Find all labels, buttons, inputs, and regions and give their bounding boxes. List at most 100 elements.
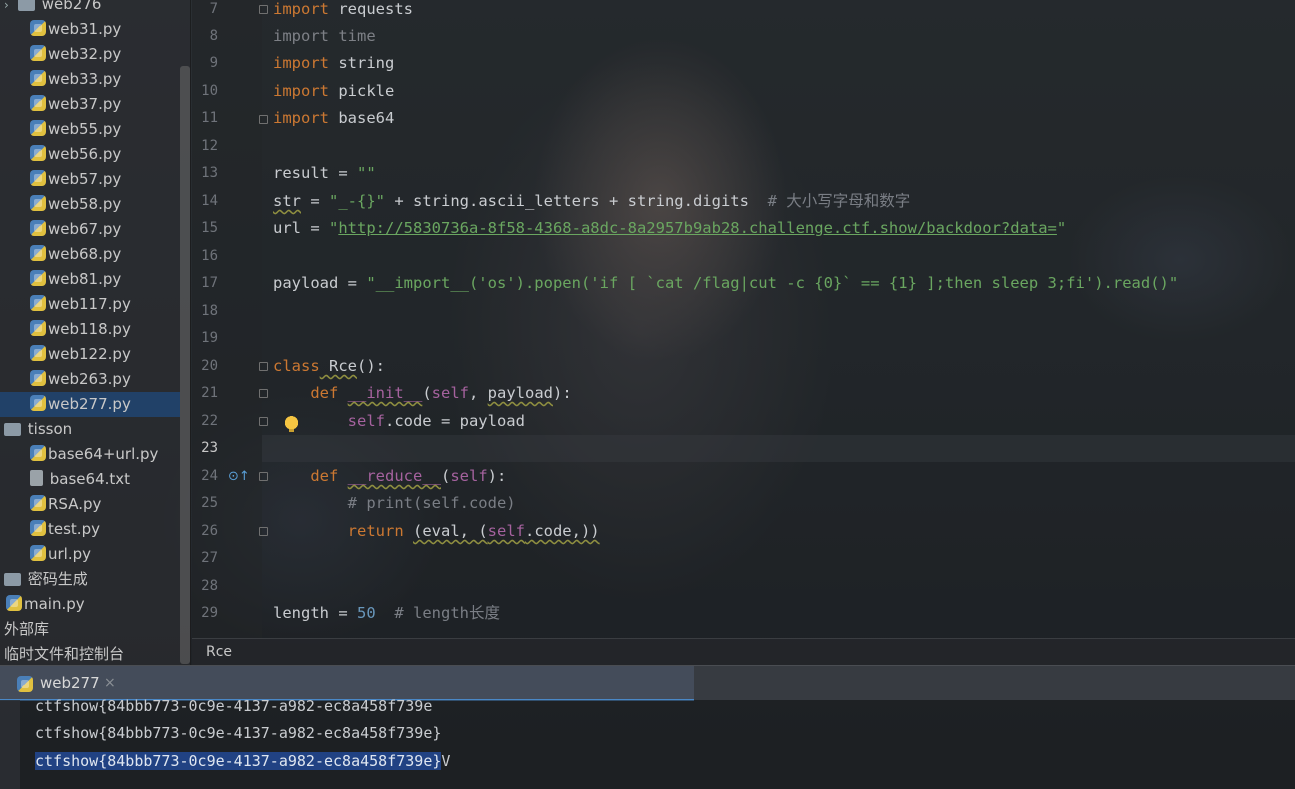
- code-text: result =: [273, 164, 357, 182]
- string-literal: "": [357, 164, 376, 182]
- code-editor[interactable]: 7 8 9 10 11 12 13 14 15 16 17 18 19 20 2…: [192, 0, 1295, 638]
- tree-file-label: base64+url.py: [48, 445, 159, 463]
- tree-file-label: web57.py: [48, 170, 122, 188]
- tree-scratches[interactable]: 临时文件和控制台: [4, 642, 124, 667]
- tree-file-main[interactable]: main.py: [6, 592, 85, 617]
- tree-file-label: url.py: [48, 545, 92, 563]
- run-console[interactable]: ctfshow{84bbb773-0c9e-4137-a982-ec8a458f…: [0, 697, 1295, 789]
- tree-file-selected[interactable]: web277.py: [0, 392, 180, 417]
- python-file-icon: [30, 295, 46, 311]
- line-number: 26: [201, 523, 218, 539]
- python-file-icon: [30, 345, 46, 361]
- string-literal: "_-{}": [329, 192, 385, 210]
- folder-icon: [18, 0, 35, 11]
- line-number: 27: [201, 550, 218, 566]
- tree-folder-password[interactable]: 密码生成: [4, 567, 88, 592]
- fold-marker[interactable]: [259, 115, 268, 124]
- line-number: 28: [201, 578, 218, 594]
- code-text: .code,)): [524, 522, 600, 540]
- tree-file[interactable]: web55.py: [30, 117, 121, 142]
- code-line: import requests: [273, 0, 413, 23]
- chevron-right-icon[interactable]: ›: [4, 0, 18, 18]
- variable-warning: str: [273, 192, 301, 210]
- python-file-icon: [30, 220, 46, 236]
- code-line: def __reduce__(self):: [273, 463, 506, 490]
- tree-file[interactable]: web117.py: [30, 292, 131, 317]
- tree-file[interactable]: RSA.py: [30, 492, 101, 517]
- tree-file[interactable]: base64.txt: [30, 467, 130, 492]
- line-number: 29: [201, 605, 218, 621]
- fold-marker[interactable]: [259, 389, 268, 398]
- keyword: class: [273, 357, 320, 375]
- tree-file[interactable]: test.py: [30, 517, 100, 542]
- tree-file[interactable]: web118.py: [30, 317, 131, 342]
- fold-marker[interactable]: [259, 417, 268, 426]
- tree-folder-tisson[interactable]: tisson: [4, 417, 72, 442]
- python-file-icon: [6, 595, 22, 611]
- line-number: 9: [209, 55, 218, 71]
- fold-marker[interactable]: [259, 472, 268, 481]
- fold-marker[interactable]: [259, 5, 268, 14]
- override-gutter-icon[interactable]: ⊙↑: [228, 470, 250, 484]
- line-number: 22: [201, 413, 218, 429]
- line-number: 21: [201, 385, 218, 401]
- tree-file[interactable]: web56.py: [30, 142, 121, 167]
- tree-file[interactable]: web122.py: [30, 342, 131, 367]
- line-number: 24: [201, 468, 218, 484]
- tree-file-label: RSA.py: [48, 495, 102, 513]
- self-keyword: self: [487, 522, 525, 540]
- tree-file[interactable]: web57.py: [30, 167, 121, 192]
- tree-file[interactable]: web67.py: [30, 217, 121, 242]
- line-number: 14: [201, 193, 218, 209]
- module-name: string: [329, 54, 395, 72]
- line-number: 17: [201, 275, 218, 291]
- tree-file-label: web117.py: [48, 295, 131, 313]
- breadcrumb[interactable]: Rce: [192, 638, 1295, 665]
- tree-file[interactable]: web81.py: [30, 267, 121, 292]
- project-tree[interactable]: › web276 web31.py web32.py web33.py web3…: [0, 0, 191, 665]
- tree-file[interactable]: web32.py: [30, 42, 121, 67]
- tree-file[interactable]: web263.py: [30, 367, 131, 392]
- tree-file[interactable]: web58.py: [30, 192, 121, 217]
- tree-external-libraries[interactable]: 外部库: [4, 617, 49, 642]
- breadcrumb-item[interactable]: Rce: [206, 644, 232, 660]
- module-name: requests: [329, 0, 413, 18]
- code-line: payload = "__import__('os').popen('if [ …: [273, 270, 1178, 297]
- self-keyword: self: [347, 412, 385, 430]
- tree-folder-web276[interactable]: › web276: [4, 0, 101, 17]
- code-text: .code = payload: [384, 412, 525, 430]
- self-keyword: self: [431, 384, 469, 402]
- tree-file-label: web31.py: [48, 20, 122, 38]
- python-file-icon: [30, 520, 46, 536]
- python-file-icon: [30, 45, 46, 61]
- tree-file-label: web33.py: [48, 70, 122, 88]
- selected-text: ctfshow{84bbb773-0c9e-4137-a982-ec8a458f…: [35, 752, 442, 770]
- python-file-icon: [30, 170, 46, 186]
- tree-file[interactable]: web68.py: [30, 242, 121, 267]
- parameter: payload: [487, 384, 553, 402]
- string-literal: "__import__('os').popen('if [ `cat /flag…: [366, 274, 1179, 292]
- sidebar-scrollbar[interactable]: [180, 66, 190, 664]
- self-keyword: self: [450, 467, 488, 485]
- folder-icon: [4, 573, 21, 586]
- python-file-icon: [30, 70, 46, 86]
- keyword: def: [310, 467, 339, 485]
- code-text: =: [301, 192, 329, 210]
- line-number: 7: [209, 1, 218, 17]
- comment: # 大小写字母和数字: [767, 192, 911, 210]
- url-link[interactable]: http://5830736a-8f58-4368-a8dc-8a2957b9a…: [338, 219, 1057, 237]
- keyword: import: [273, 82, 329, 100]
- tree-file[interactable]: web31.py: [30, 17, 121, 42]
- tree-file[interactable]: web33.py: [30, 67, 121, 92]
- tree-file[interactable]: web37.py: [30, 92, 121, 117]
- code-line: def __init__(self, payload):: [273, 380, 571, 407]
- python-file-icon: [30, 145, 46, 161]
- folder-icon: [4, 423, 21, 436]
- tree-file[interactable]: url.py: [30, 542, 91, 567]
- module-name: base64: [329, 109, 395, 127]
- tree-folder-label: web276: [41, 0, 102, 13]
- code-text: payload =: [273, 274, 367, 292]
- fold-marker[interactable]: [259, 527, 268, 536]
- fold-marker[interactable]: [259, 362, 268, 371]
- tree-file[interactable]: base64+url.py: [30, 442, 158, 467]
